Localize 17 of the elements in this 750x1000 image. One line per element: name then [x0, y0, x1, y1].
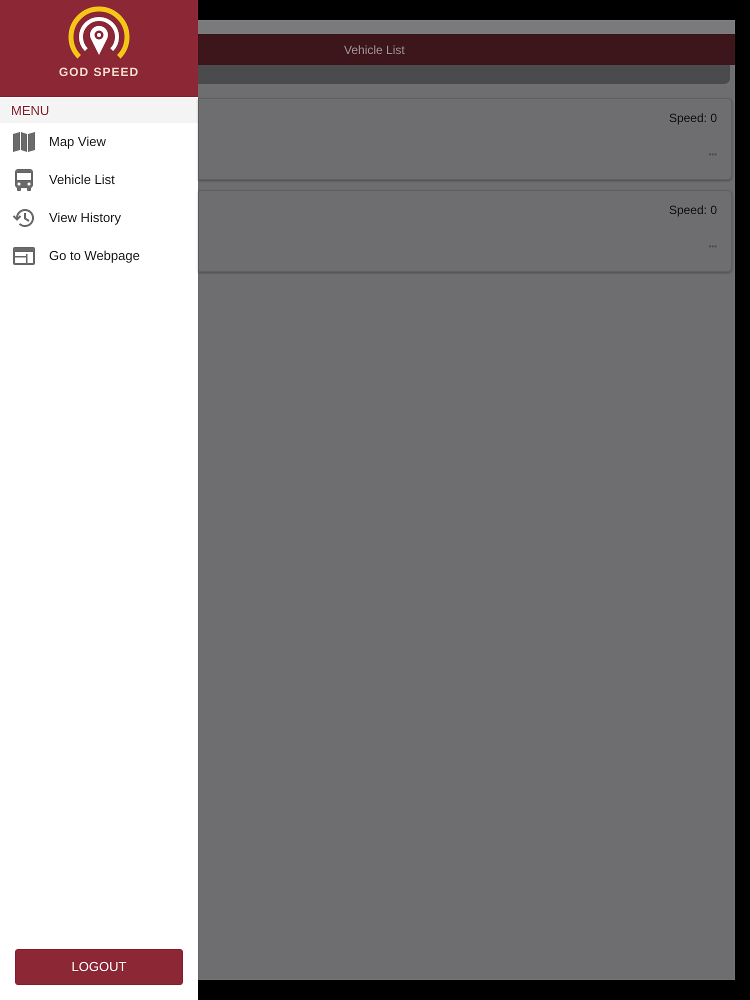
menu-item[interactable]: Map View: [0, 123, 198, 161]
vehicle-card[interactable]: Speed: 0 •••: [198, 190, 732, 272]
brand-name: GOD SPEED: [58, 64, 140, 81]
logout-button[interactable]: LOGOUT: [15, 949, 183, 985]
speed-text: Speed: 0: [668, 202, 717, 219]
vehicle-card[interactable]: Speed: 0 •••: [198, 98, 732, 180]
bus-icon: [14, 168, 34, 192]
menu-item[interactable]: Go to Webpage: [0, 237, 198, 275]
page-title: Vehicle List: [344, 42, 405, 58]
webpage-icon: [12, 246, 36, 266]
history-icon: [12, 207, 36, 229]
logo-icon: [67, 6, 131, 60]
map-icon: [12, 131, 36, 153]
menu-item[interactable]: View History: [0, 199, 198, 237]
speed-text: Speed: 0: [668, 110, 717, 127]
menu-heading: MENU: [11, 102, 50, 120]
menu-item[interactable]: Vehicle List: [0, 161, 198, 199]
